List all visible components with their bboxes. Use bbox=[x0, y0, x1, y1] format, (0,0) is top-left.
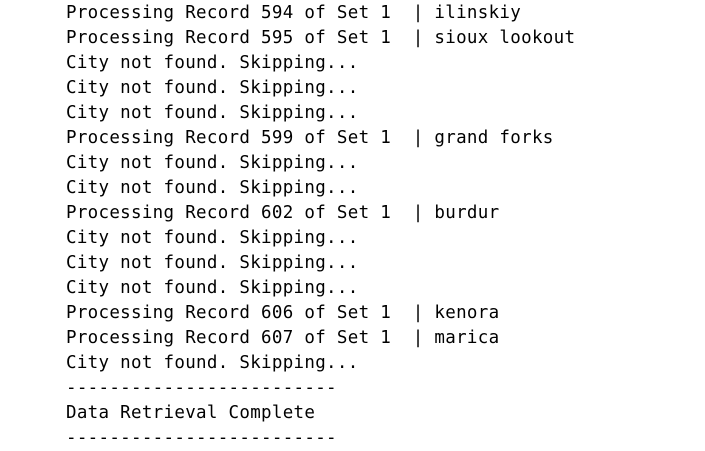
output-line: Processing Record 606 of Set 1 | kenora bbox=[66, 303, 500, 323]
output-line: City not found. Skipping... bbox=[66, 253, 359, 273]
cell-output: Processing Record 594 of Set 1 | ilinski… bbox=[66, 1, 696, 451]
output-line: City not found. Skipping... bbox=[66, 228, 359, 248]
output-line: Processing Record 594 of Set 1 | ilinski… bbox=[66, 3, 522, 23]
output-line: City not found. Skipping... bbox=[66, 178, 359, 198]
separator-line: ------------------------- bbox=[66, 428, 337, 448]
output-line: Processing Record 607 of Set 1 | marica bbox=[66, 328, 500, 348]
output-line: Processing Record 599 of Set 1 | grand f… bbox=[66, 128, 554, 148]
output-line: City not found. Skipping... bbox=[66, 78, 359, 98]
output-line: City not found. Skipping... bbox=[66, 153, 359, 173]
output-line: Processing Record 595 of Set 1 | sioux l… bbox=[66, 28, 576, 48]
output-line: City not found. Skipping... bbox=[66, 103, 359, 123]
output-line: City not found. Skipping... bbox=[66, 278, 359, 298]
output-line: City not found. Skipping... bbox=[66, 353, 359, 373]
output-line: City not found. Skipping... bbox=[66, 53, 359, 73]
output-line: Processing Record 602 of Set 1 | burdur bbox=[66, 203, 500, 223]
separator-line: ------------------------- bbox=[66, 378, 337, 398]
completion-message: Data Retrieval Complete bbox=[66, 403, 316, 423]
